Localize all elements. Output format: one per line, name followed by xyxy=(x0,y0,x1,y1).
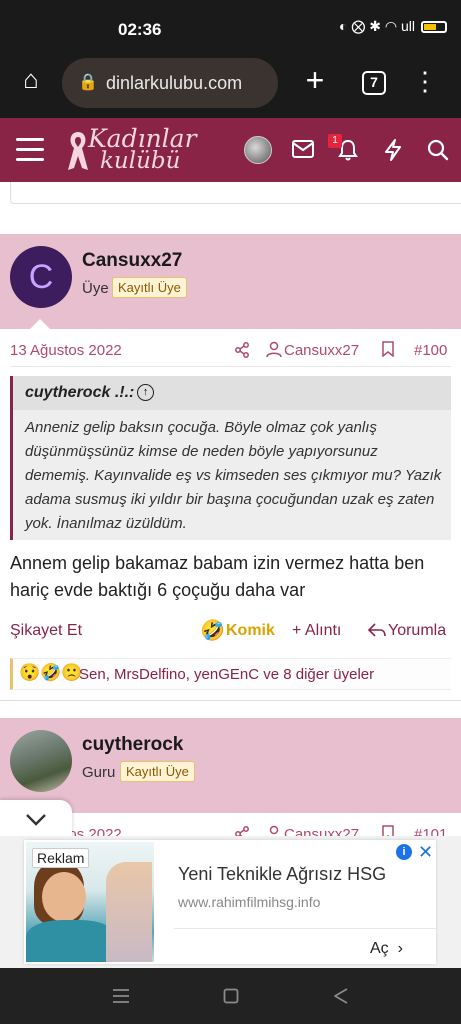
back-nav-icon[interactable] xyxy=(333,987,349,1005)
ad-image-patient xyxy=(106,862,152,962)
user-badge: Kayıtlı Üye xyxy=(120,761,195,782)
reactions-bar[interactable]: 😯🤣🙁 Sen, MrsDelfino, yenGEnC ve 8 diğer … xyxy=(10,658,451,690)
post-user-header: cuytherock Guru Kayıtlı Üye xyxy=(0,718,461,813)
browser-menu-icon[interactable]: ⋮ xyxy=(410,66,440,97)
ad-divider xyxy=(174,928,436,929)
user-role: Üye xyxy=(82,280,109,297)
post-author-link[interactable]: Cansuxx27 xyxy=(284,342,359,359)
post-number[interactable]: #100 xyxy=(414,342,447,359)
user-avatar[interactable] xyxy=(244,136,272,164)
url-text: dinlarkulubu.com xyxy=(106,73,243,93)
quote-text: Anneniz gelip baksın çocuğa. Böyle olmaz… xyxy=(25,419,442,532)
mail-icon[interactable] xyxy=(292,140,314,158)
quote-jump-icon[interactable]: ↑ xyxy=(137,384,154,401)
share-icon[interactable] xyxy=(234,342,250,358)
bolt-icon[interactable] xyxy=(383,139,403,161)
home-icon[interactable]: ⌂ xyxy=(14,64,48,95)
address-bar[interactable]: 🔒 dinlarkulubu.com xyxy=(62,58,278,108)
ad-card[interactable]: Reklam Yeni Teknikle Ağrısız HSG www.rah… xyxy=(24,840,436,964)
post-divider xyxy=(0,700,461,718)
avatar[interactable]: C xyxy=(10,246,72,308)
ad-image-face xyxy=(42,872,86,922)
logo-text-line2: kulübü xyxy=(100,148,181,174)
lock-icon: 🔒 xyxy=(78,74,98,91)
previous-post-bottom xyxy=(10,182,461,204)
new-tab-button[interactable]: + xyxy=(298,62,332,99)
reply-icon[interactable] xyxy=(368,622,386,638)
ad-open-label: Aç xyxy=(370,940,389,957)
ad-title[interactable]: Yeni Teknikle Ağrısız HSG xyxy=(178,864,386,885)
ad-close-icon[interactable]: ✕ xyxy=(418,842,433,863)
reactions-list[interactable]: Sen, MrsDelfino, yenGEnC ve 8 diğer üyel… xyxy=(79,666,374,683)
quote-block: cuytherock .!.: ↑ Anneniz gelip baksın ç… xyxy=(10,376,451,540)
meta-divider xyxy=(10,366,451,367)
home-nav-icon[interactable] xyxy=(223,988,239,1004)
username[interactable]: Cansuxx27 xyxy=(82,250,182,272)
quote-author: cuytherock .!.: xyxy=(25,384,135,401)
tab-switcher-button[interactable]: 7 xyxy=(362,71,386,95)
bookmark-icon[interactable] xyxy=(382,341,394,357)
ad-label: Reklam xyxy=(32,848,90,868)
ad-open-button[interactable]: Aç › xyxy=(370,940,403,958)
browser-toolbar: ⌂ 🔒 dinlarkulubu.com + 7 ⋮ xyxy=(0,46,461,118)
notification-badge: 1 xyxy=(328,134,342,148)
chevron-down-icon xyxy=(26,814,46,826)
battery-icon xyxy=(421,20,447,33)
search-icon[interactable] xyxy=(427,139,449,161)
react-button[interactable]: Komik xyxy=(226,622,275,640)
recents-menu-icon[interactable] xyxy=(112,988,130,1004)
status-indicator-icons: ◐ ⨂ ✱ ◠ ull xyxy=(339,18,415,34)
site-logo[interactable]: Kadınlar kulübü xyxy=(66,124,197,176)
ad-url: www.rahimfilmihsg.info xyxy=(178,894,321,910)
reply-button[interactable]: Yorumla xyxy=(388,622,446,640)
quote-header[interactable]: cuytherock .!.: ↑ xyxy=(13,376,451,410)
ad-banner: Reklam Yeni Teknikle Ağrısız HSG www.rah… xyxy=(0,836,461,968)
ad-image-scrubs xyxy=(26,920,116,962)
user-badge: Kayıtlı Üye xyxy=(112,277,187,298)
post-user-header: C Cansuxx27 Üye Kayıtlı Üye xyxy=(0,234,461,329)
post-body: Annem gelip bakamaz babam izin vermez ha… xyxy=(10,553,425,600)
user-role: Guru xyxy=(82,764,116,781)
ad-info-icon[interactable]: i xyxy=(396,844,412,860)
post-date[interactable]: 13 Ağustos 2022 xyxy=(10,342,122,359)
status-time: 02:36 xyxy=(118,20,162,39)
header-pointer xyxy=(30,319,50,329)
username[interactable]: cuytherock xyxy=(82,734,183,756)
ribbon-logo-icon xyxy=(68,132,88,170)
avatar[interactable] xyxy=(10,730,72,792)
hamburger-menu-icon[interactable] xyxy=(16,138,44,168)
reaction-emojis-icon: 😯🤣🙁 xyxy=(19,663,83,682)
report-button[interactable]: Şikayet Et xyxy=(10,622,82,640)
status-bar: 02:36 ◐ ⨂ ✱ ◠ ull xyxy=(0,0,461,46)
laugh-emoji-icon: 🤣 xyxy=(200,620,225,642)
status-icons: ◐ ⨂ ✱ ◠ ull xyxy=(339,18,447,35)
user-icon xyxy=(266,341,282,358)
scroll-down-button[interactable] xyxy=(0,800,72,840)
quote-button[interactable]: + Alıntı xyxy=(292,622,341,640)
system-nav-bar xyxy=(0,968,461,1024)
